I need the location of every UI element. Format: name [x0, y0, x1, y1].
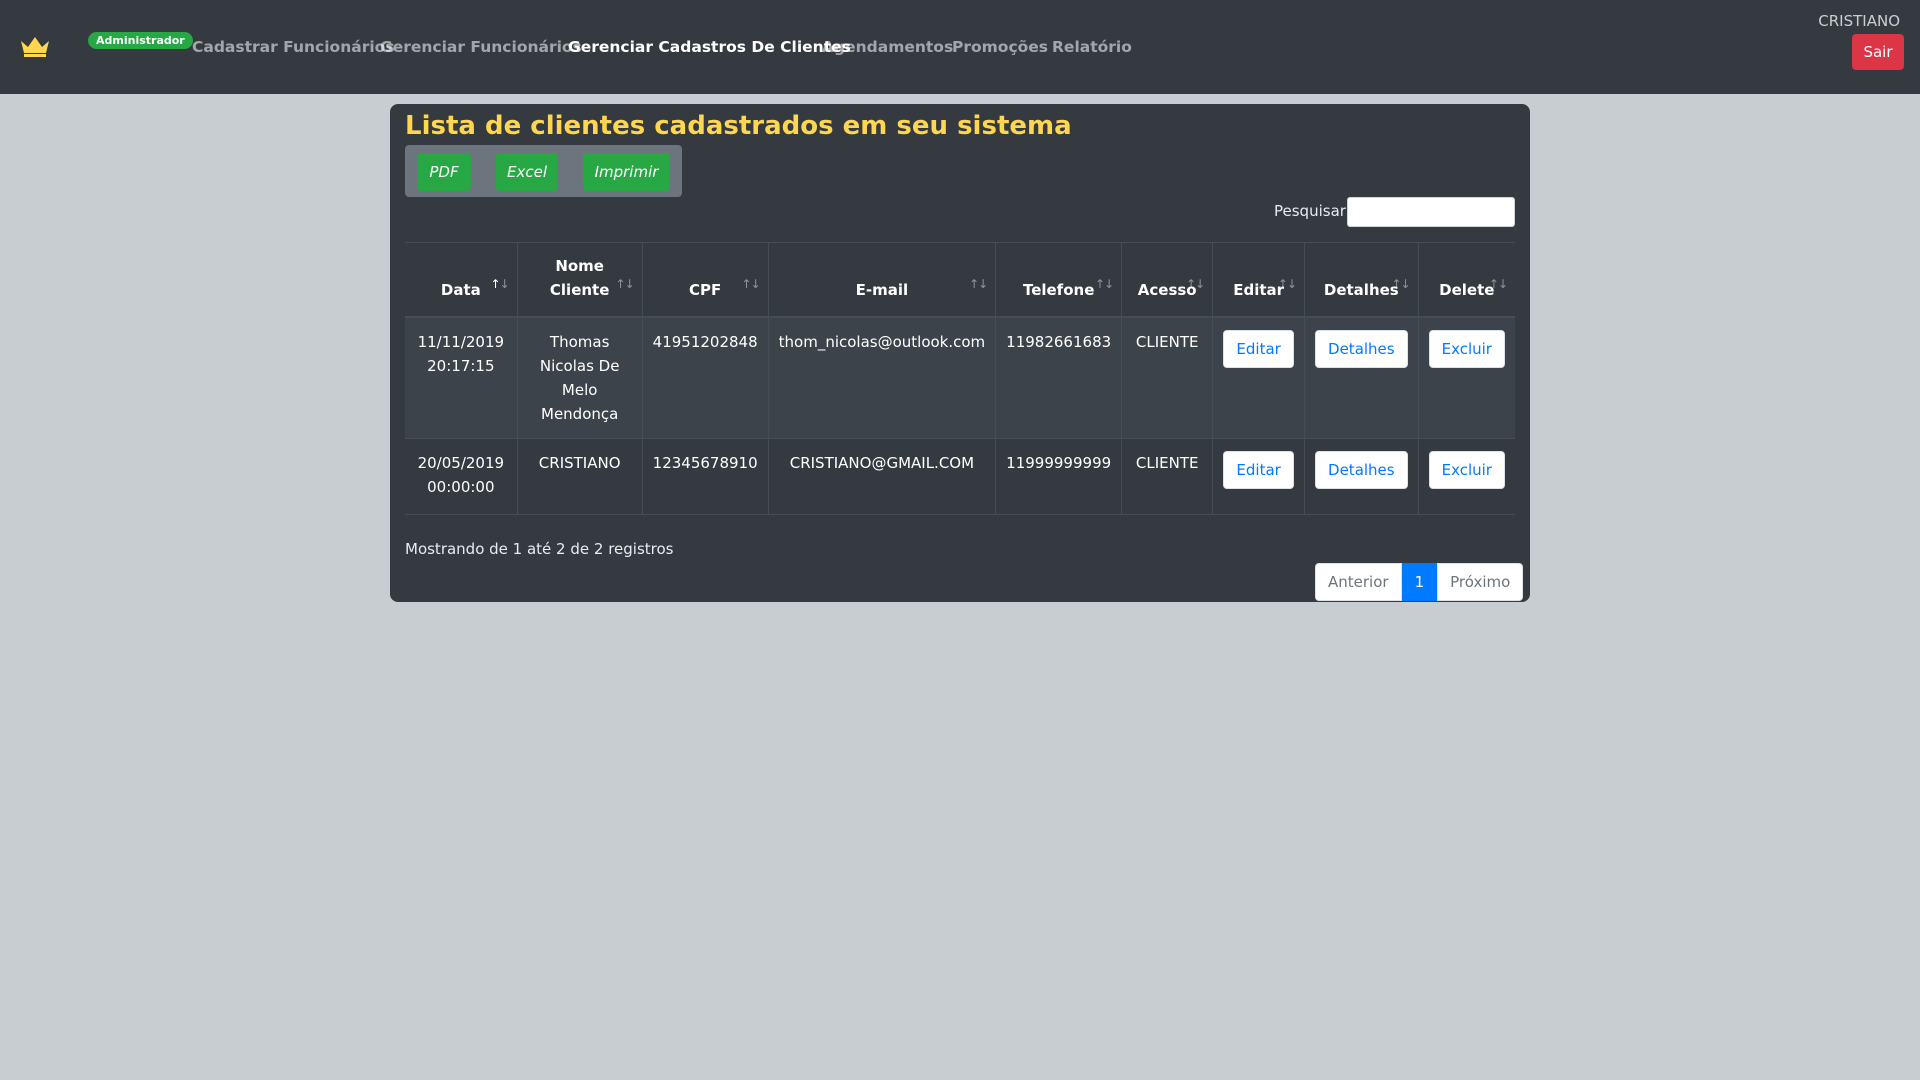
sort-icon: ↑↓ [969, 276, 988, 291]
nav-gerenciar-cadastros-clientes[interactable]: Gerenciar Cadastros De Clientes [568, 37, 851, 57]
cell-email: thom_nicolas@outlook.com [767, 316, 996, 439]
details-button[interactable]: Detalhes [1315, 329, 1408, 368]
sort-icon: ↑↓ [1277, 276, 1297, 291]
column-header-detalhes[interactable]: Detalhes ↑↓ [1304, 242, 1419, 318]
table-header-row: Data ↑↓ Nome Cliente ↑↓ CPF ↑↓ E-mail ↑↓ Tel… [405, 242, 1515, 318]
crown-icon[interactable] [19, 34, 51, 58]
cell-telefone: 11982661683 [995, 316, 1122, 439]
column-header-acesso[interactable]: Acesso ↑↓ [1121, 242, 1213, 318]
cell-delete: Excluir [1417, 316, 1515, 439]
export-pdf-button[interactable]: PDF [417, 153, 471, 191]
column-header-email[interactable]: E-mail ↑↓ [767, 242, 996, 318]
column-header-label: Telefone [1022, 280, 1095, 299]
page-title: Lista de clientes cadastrados em seu sis… [405, 111, 1072, 141]
role-badge: Administrador [88, 32, 193, 49]
sort-icon: ↑↓ [615, 276, 635, 291]
column-header-nome-cliente[interactable]: Nome Cliente ↑↓ [516, 242, 643, 318]
column-header-label: Detalhes [1323, 280, 1399, 299]
search-input[interactable] [1347, 197, 1515, 227]
top-navbar: Administrador Cadastrar Funcionários Ger… [0, 0, 1920, 94]
cell-editar: Editar [1212, 316, 1305, 439]
edit-button[interactable]: Editar [1223, 329, 1294, 368]
export-buttons-group: PDF Excel Imprimir [405, 145, 682, 197]
sort-icon: ↑↓ [1488, 276, 1508, 291]
sort-icon: ↑↓ [1095, 276, 1114, 291]
cell-nome: Thomas Nicolas De Melo Mendonça [516, 316, 643, 439]
nav-cadastrar-funcionarios[interactable]: Cadastrar Funcionários [192, 37, 395, 57]
clients-card: Lista de clientes cadastrados em seu sis… [390, 104, 1530, 602]
column-header-label: Data [440, 280, 481, 299]
cell-telefone: 11999999999 [995, 438, 1122, 515]
sort-icon: ↑↓ [1391, 276, 1411, 291]
column-header-label: Nome Cliente [549, 256, 610, 299]
sort-icon: ↑↓ [1186, 276, 1205, 291]
sort-asc-icon: ↑↓ [490, 276, 510, 291]
delete-button[interactable]: Excluir [1428, 451, 1505, 489]
pagination-previous[interactable]: Anterior [1315, 563, 1402, 601]
logout-button[interactable]: Sair [1852, 34, 1904, 70]
cell-editar: Editar [1212, 438, 1305, 515]
cell-data: 11/11/2019 20:17:15 [405, 316, 518, 439]
pagination-next[interactable]: Próximo [1437, 563, 1524, 601]
column-header-delete[interactable]: Delete ↑↓ [1417, 242, 1515, 318]
column-header-label: Delete [1439, 280, 1495, 299]
search-label: Pesquisar [1274, 202, 1346, 220]
table-row: 11/11/2019 20:17:15 Thomas Nicolas De Me… [405, 316, 1515, 439]
column-header-label: Editar [1233, 280, 1285, 299]
table-row: 20/05/2019 00:00:00 CRISTIANO 1234567891… [405, 438, 1515, 515]
edit-button[interactable]: Editar [1223, 451, 1294, 489]
cell-nome: CRISTIANO [516, 438, 643, 515]
column-header-cpf[interactable]: CPF ↑↓ [641, 242, 769, 318]
cell-detalhes: Detalhes [1304, 438, 1419, 515]
column-header-telefone[interactable]: Telefone ↑↓ [995, 242, 1122, 318]
nav-agendamentos[interactable]: Agendamentos [822, 37, 953, 57]
pagination: Anterior 1 Próximo [1315, 563, 1524, 601]
pagination-page-1[interactable]: 1 [1401, 563, 1438, 601]
cell-acesso: CLIENTE [1121, 438, 1213, 515]
details-button[interactable]: Detalhes [1315, 451, 1408, 489]
cell-cpf: 12345678910 [641, 438, 769, 515]
column-header-label: E-mail [855, 280, 909, 299]
column-header-editar[interactable]: Editar ↑↓ [1212, 242, 1305, 318]
logged-user-name: CRISTIANO [1818, 12, 1900, 30]
delete-button[interactable]: Excluir [1428, 329, 1505, 368]
nav-relatorio[interactable]: Relatório [1052, 37, 1132, 57]
sort-icon: ↑↓ [741, 276, 761, 291]
column-header-data[interactable]: Data ↑↓ [405, 242, 518, 318]
cell-acesso: CLIENTE [1121, 316, 1213, 439]
clients-table: Data ↑↓ Nome Cliente ↑↓ CPF ↑↓ E-mail ↑↓ Tel… [405, 242, 1515, 515]
nav-promocoes[interactable]: Promoções [952, 37, 1048, 57]
cell-email: CRISTIANO@GMAIL.COM [767, 438, 996, 515]
cell-data: 20/05/2019 00:00:00 [417, 454, 505, 496]
cell-detalhes: Detalhes [1304, 316, 1419, 439]
export-excel-button[interactable]: Excel [496, 153, 558, 191]
column-header-label: CPF [689, 280, 722, 299]
records-info: Mostrando de 1 até 2 de 2 registros [405, 540, 674, 558]
cell-delete: Excluir [1417, 438, 1515, 515]
nav-gerenciar-funcionarios[interactable]: Gerenciar Funcionários [380, 37, 582, 57]
print-button[interactable]: Imprimir [583, 153, 670, 191]
cell-cpf: 41951202848 [641, 316, 769, 439]
